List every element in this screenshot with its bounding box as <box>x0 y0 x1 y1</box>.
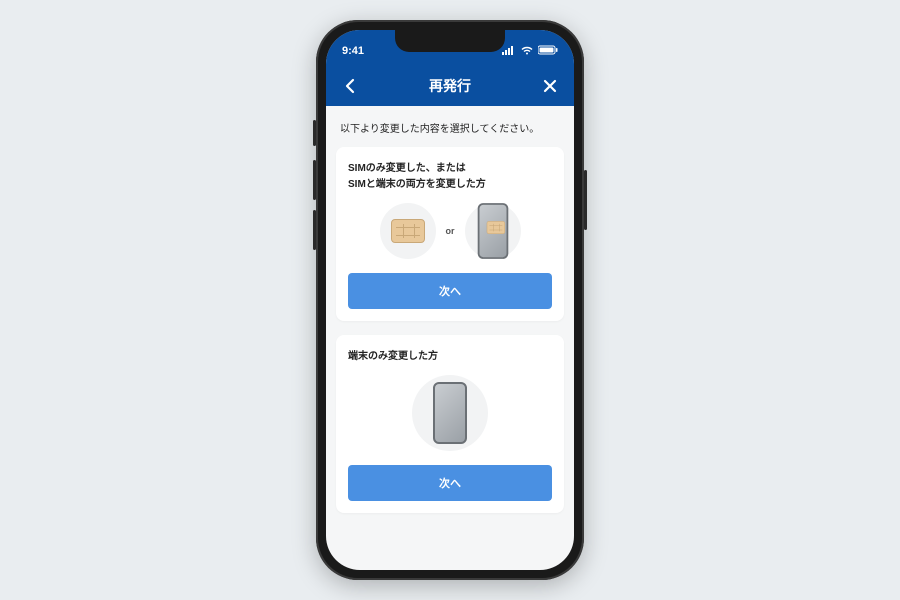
battery-icon <box>538 45 558 58</box>
next-button-device[interactable]: 次へ <box>348 465 552 501</box>
sim-overlay-icon <box>486 221 504 234</box>
signal-icon <box>502 45 516 58</box>
card-title: 端末のみ変更した方 <box>348 349 552 365</box>
status-time: 9:41 <box>342 45 364 57</box>
status-icons <box>502 45 558 58</box>
device-circle <box>412 375 488 451</box>
content-area[interactable]: 以下より変更した内容を選択してください。 SIMのみ変更した、または SIMと端… <box>326 106 574 570</box>
or-label: or <box>446 226 455 236</box>
back-button[interactable] <box>338 74 362 98</box>
sim-icon <box>391 219 425 243</box>
close-button[interactable] <box>538 74 562 98</box>
volume-up-button <box>313 160 316 200</box>
card-title-line1: SIMのみ変更した、または <box>348 163 466 174</box>
power-button <box>584 170 587 230</box>
phone-screen: 9:41 再発行 以下より変更した内容 <box>326 30 574 570</box>
card-title-line2: SIMと端末の両方を変更した方 <box>348 179 486 190</box>
device-icon <box>433 382 467 444</box>
next-button-sim[interactable]: 次へ <box>348 273 552 309</box>
option-card-sim: SIMのみ変更した、または SIMと端末の両方を変更した方 or 次へ <box>336 147 564 321</box>
nav-title: 再発行 <box>429 76 471 96</box>
volume-down-button <box>313 210 316 250</box>
nav-bar: 再発行 <box>326 66 574 106</box>
sim-circle <box>380 203 436 259</box>
option-card-device: 端末のみ変更した方 次へ <box>336 335 564 513</box>
illustration-device <box>348 375 552 451</box>
phone-frame: 9:41 再発行 以下より変更した内容 <box>316 20 584 580</box>
card-title: SIMのみ変更した、または SIMと端末の両方を変更した方 <box>348 161 552 193</box>
device-with-sim-icon <box>477 203 508 259</box>
prompt-text: 以下より変更した内容を選択してください。 <box>340 120 560 135</box>
device-sim-circle <box>465 203 521 259</box>
side-button <box>313 120 316 146</box>
wifi-icon <box>520 45 534 58</box>
illustration-sim-or-device: or <box>348 203 552 259</box>
notch <box>395 30 505 52</box>
